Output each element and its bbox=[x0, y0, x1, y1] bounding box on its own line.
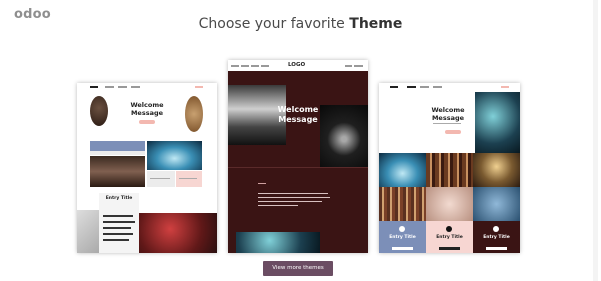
theme-2-teal-photo bbox=[236, 232, 320, 253]
theme-3-nav bbox=[379, 83, 520, 91]
theme-3-entry-blue: Entry Title bbox=[379, 221, 426, 253]
theme-3-blue-photo bbox=[473, 187, 520, 221]
theme-1-cta bbox=[139, 120, 155, 124]
page-title: Choose your favorite Theme bbox=[0, 16, 601, 32]
theme-2-jewel-photo bbox=[320, 105, 368, 167]
theme-3-entry-pink: Entry Title bbox=[426, 221, 473, 253]
theme-3-shelf-photo bbox=[426, 153, 473, 187]
theme-1-entry-title: Entry Title bbox=[105, 196, 133, 201]
theme-1-oval-photo-right bbox=[185, 96, 203, 132]
theme-3-cta bbox=[445, 130, 461, 134]
view-more-themes-button[interactable]: View more themes bbox=[263, 261, 333, 276]
theme-card-3[interactable]: Welcome Message Entry Title Entry Title … bbox=[379, 83, 520, 253]
theme-1-blue-block bbox=[90, 141, 145, 151]
theme-3-books-photo bbox=[379, 187, 426, 221]
scrollbar[interactable] bbox=[593, 0, 598, 281]
page-title-strong: Theme bbox=[349, 16, 403, 32]
theme-1-nav bbox=[77, 83, 217, 91]
theme-1-concert-photo bbox=[77, 210, 99, 253]
theme-2-logo: LOGO bbox=[288, 62, 306, 68]
page-title-prefix: Choose your favorite bbox=[198, 16, 345, 32]
theme-1-red-photo bbox=[139, 213, 217, 253]
theme-card-2[interactable]: LOGO Welcome Message bbox=[228, 60, 368, 253]
theme-card-1[interactable]: Welcome Message Entry Title bbox=[77, 83, 217, 253]
theme-1-welcome: Welcome Message bbox=[130, 101, 164, 117]
theme-3-entry-maroon: Entry Title bbox=[473, 221, 520, 253]
theme-3-teal-photo bbox=[475, 92, 520, 153]
theme-3-pink-photo bbox=[426, 187, 473, 221]
theme-3-cloud-photo bbox=[379, 153, 426, 187]
theme-3-welcome: Welcome Message bbox=[431, 106, 465, 122]
theme-1-oval-photo-left bbox=[90, 96, 108, 126]
theme-2-welcome: Welcome Message bbox=[277, 105, 319, 124]
theme-selection-page: odoo Choose your favorite Theme Welcome … bbox=[0, 0, 601, 281]
theme-2-nav: LOGO bbox=[228, 60, 368, 71]
theme-1-cloud-photo bbox=[147, 141, 202, 170]
theme-1-room-photo bbox=[90, 156, 145, 187]
theme-3-lamp-photo bbox=[473, 153, 520, 187]
